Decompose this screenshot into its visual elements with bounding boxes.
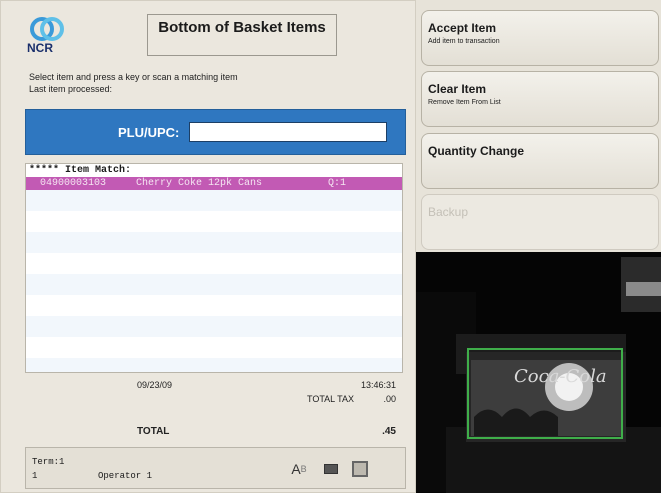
empty-row: [26, 295, 402, 316]
item-description: Cherry Coke 12pk Cans: [136, 178, 263, 189]
bottom-of-basket-panel: NCR Bottom of Basket Items Select item a…: [0, 0, 416, 493]
operator-label: Operator 1: [98, 471, 153, 481]
empty-row: [26, 190, 402, 211]
total-tax-label: TOTAL TAX: [307, 394, 355, 404]
clear-item-sub: Remove Item From List: [428, 99, 501, 106]
icon-ab-sub: B: [300, 464, 307, 474]
accept-item-sub: Add item to transaction: [428, 38, 500, 45]
page-title: Bottom of Basket Items: [147, 14, 337, 56]
empty-row: [26, 274, 402, 295]
total-label: TOTAL: [137, 426, 170, 437]
logo-text: NCR: [27, 41, 53, 55]
terminal-number: 1: [32, 471, 38, 481]
keyboard-icon[interactable]: [322, 460, 340, 478]
backup-label: Backup: [428, 205, 469, 219]
icon-ab-main: A: [291, 461, 301, 477]
total-tax-value: .00: [383, 394, 396, 404]
last-item-line: Last item processed:: [29, 84, 113, 94]
empty-row: [26, 253, 402, 274]
empty-row: [26, 232, 402, 253]
transaction-time: 13:46:31: [360, 380, 396, 390]
clear-item-label: Clear Item: [428, 82, 487, 96]
accept-item-label: Accept Item: [428, 21, 497, 35]
action-panel: Accept Item Add item to transaction Clea…: [416, 0, 661, 493]
quantity-change-label: Quantity Change: [428, 144, 525, 158]
plu-label: PLU/UPC:: [118, 125, 180, 140]
empty-row: [26, 337, 402, 358]
text-input-icon[interactable]: AB: [288, 460, 310, 478]
list-header: ***** Item Match:: [26, 164, 402, 177]
empty-row: [26, 316, 402, 337]
plu-input[interactable]: [189, 122, 387, 142]
backup-button[interactable]: Backup: [421, 194, 659, 250]
security-camera-view: Coca-Cola: [416, 252, 661, 493]
svg-text:Coca-Cola: Coca-Cola: [514, 366, 607, 387]
item-quantity: Q:1: [328, 178, 347, 189]
cash-drawer-icon[interactable]: [350, 460, 370, 478]
terminal-label: Term:1: [32, 457, 65, 467]
accept-item-button[interactable]: Accept Item Add item to transaction: [421, 10, 659, 66]
item-upc: 04900003103: [40, 178, 107, 189]
item-match-list: ***** Item Match: 04900003103 Cherry Cok…: [25, 163, 403, 373]
clear-item-button[interactable]: Clear Item Remove Item From List: [421, 71, 659, 127]
total-value: .45: [382, 426, 396, 437]
instructions: Select item and press a key or scan a ma…: [29, 71, 238, 95]
instruction-line: Select item and press a key or scan a ma…: [29, 72, 238, 82]
totals-area: 09/23/09 13:46:31 TOTAL TAX .00 TOTAL .4…: [25, 374, 406, 444]
empty-row: [26, 211, 402, 232]
quantity-change-button[interactable]: Quantity Change: [421, 133, 659, 189]
transaction-date: 09/23/09: [137, 380, 173, 390]
list-item[interactable]: 04900003103 Cherry Coke 12pk Cans Q:1: [26, 177, 402, 190]
status-bar: Term:1 1 Operator 1 AB: [25, 447, 406, 489]
plu-entry-bar: PLU/UPC:: [25, 109, 406, 155]
empty-row: [26, 358, 402, 372]
